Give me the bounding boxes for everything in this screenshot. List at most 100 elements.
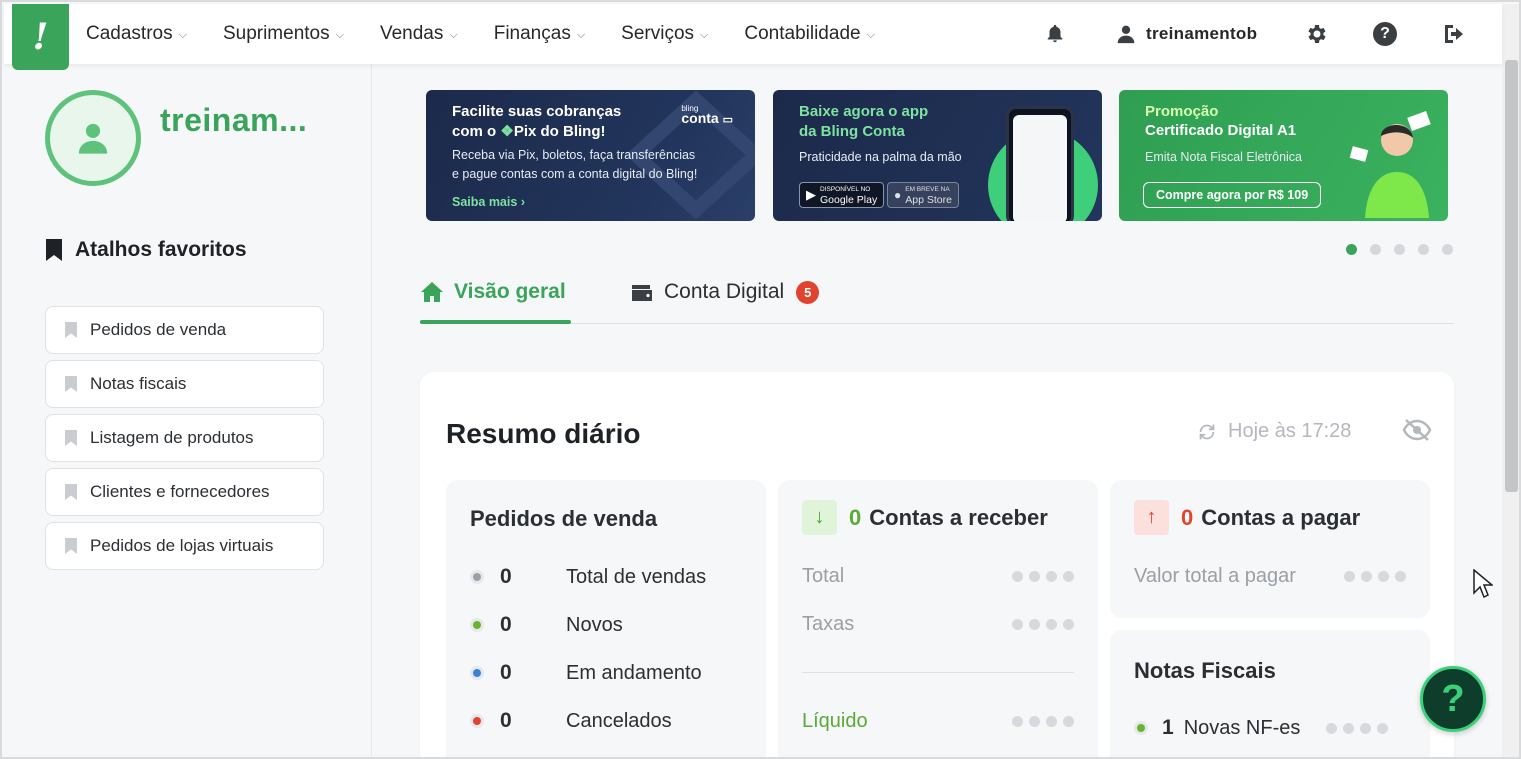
banner-pix-subtitle: Receba via Pix, boletos, faça transferên…	[452, 148, 698, 181]
help-chat-button[interactable]: ?	[1420, 666, 1486, 732]
receivable-fees-row: Taxas	[802, 613, 1074, 636]
mouse-cursor-icon	[1473, 569, 1493, 599]
nav-servicos[interactable]: Serviços ⌵	[621, 23, 708, 45]
banner-certificado[interactable]: Promoção Certificado Digital A1 Emita No…	[1119, 90, 1448, 221]
app-store-button[interactable]: ● EM BREVE NA App Store	[887, 182, 959, 208]
bookmark-icon	[65, 322, 77, 338]
favorite-pedidos-de-lojas-virtuais[interactable]: Pedidos de lojas virtuais	[45, 522, 324, 570]
banner-cert-title: Promoção	[1145, 103, 1219, 120]
avatar[interactable]	[45, 90, 141, 186]
nav-contabilidade[interactable]: Contabilidade ⌵	[744, 23, 875, 45]
banner-pix-title: Facilite suas cobranças com o ❖Pix do Bl…	[452, 103, 622, 140]
favorite-notas-fiscais[interactable]: Notas fiscais	[45, 360, 324, 408]
carousel-dots	[1346, 244, 1466, 255]
hidden-value	[1320, 722, 1389, 734]
main-nav: Cadastros ⌵ Suprimentos ⌵ Vendas ⌵ Finanças…	[86, 4, 911, 64]
scrollbar[interactable]	[1502, 4, 1519, 757]
bookmark-icon	[65, 484, 77, 500]
favorite-pedidos-de-venda[interactable]: Pedidos de venda	[45, 306, 324, 354]
favorite-clientes-e-fornecedores[interactable]: Clientes e fornecedores	[45, 468, 324, 516]
chevron-down-icon: ⌵	[335, 29, 344, 41]
orders-title: Pedidos de venda	[470, 506, 658, 531]
notification-badge: 5	[796, 280, 820, 304]
carousel-dot[interactable]	[1418, 244, 1429, 255]
payables-panel: ↑ 0 Contas a pagar Valor total a pagar	[1110, 480, 1430, 618]
banner-app-subtitle: Praticidade na palma da mão	[799, 150, 962, 164]
google-play-button[interactable]: ▶ DISPONÍVEL NO Google Play	[799, 182, 885, 208]
orders-row-andamento: 0 Em andamento	[470, 661, 702, 685]
invoices-panel: Notas Fiscais 1 Novas NF-es	[1110, 630, 1430, 757]
banner-app-title: Baixe agora o app da Bling Conta	[799, 103, 929, 140]
status-dot	[470, 666, 484, 680]
logout-button[interactable]	[1442, 4, 1468, 64]
arrow-down-icon: ↓	[802, 500, 837, 535]
eye-off-icon[interactable]	[1402, 418, 1432, 442]
arrow-up-icon: ↑	[1134, 500, 1169, 535]
gear-icon	[1308, 25, 1326, 43]
carousel-dot[interactable]	[1346, 244, 1357, 255]
refresh-button[interactable]: Hoje às 17:28	[1196, 420, 1351, 443]
scrollbar-thumb[interactable]	[1505, 60, 1518, 492]
chevron-down-icon: ⌵	[449, 29, 458, 41]
orders-row-novos: 0 Novos	[470, 613, 623, 637]
nav-vendas[interactable]: Vendas ⌵	[380, 23, 458, 45]
favorites-title: Atalhos favoritos	[45, 238, 247, 262]
wallet-icon	[632, 285, 652, 301]
home-icon	[421, 282, 443, 302]
chevron-down-icon: ⌵	[700, 29, 709, 41]
banner-app[interactable]: Baixe agora o app da Bling Conta Pratici…	[773, 90, 1102, 221]
carousel-dot[interactable]	[1370, 244, 1381, 255]
refresh-icon	[1199, 424, 1215, 439]
dashboard-tabs: Visão geral Conta Digital 5	[420, 270, 1454, 324]
status-dot	[470, 618, 484, 632]
phone-image	[1006, 106, 1074, 221]
bell-icon	[1047, 24, 1063, 43]
favorite-listagem-de-produtos[interactable]: Listagem de produtos	[45, 414, 324, 462]
saiba-mais-link[interactable]: Saiba mais ›	[452, 195, 525, 209]
active-tab-indicator	[420, 320, 571, 324]
hidden-value	[1338, 571, 1406, 582]
chevron-right-icon: ›	[520, 195, 525, 209]
favorites-list: Pedidos de venda Notas fiscais Listagem …	[45, 306, 324, 576]
status-dot	[470, 714, 484, 728]
banner-pix[interactable]: Facilite suas cobranças com o ❖Pix do Bl…	[426, 90, 755, 221]
tab-conta-digital[interactable]: Conta Digital 5	[630, 280, 820, 304]
receivables-panel: ↓ 0 Contas a receber Total Taxas Líquido	[778, 480, 1098, 757]
bookmark-icon	[65, 538, 77, 554]
tab-visao-geral[interactable]: Visão geral	[420, 280, 566, 304]
bling-logo[interactable]: !	[12, 4, 69, 70]
orders-row-total: 0 Total de vendas	[470, 565, 706, 589]
carousel-dot[interactable]	[1394, 244, 1405, 255]
orders-panel: Pedidos de venda 0 Total de vendas 0 Nov…	[446, 480, 766, 757]
banner-cert-subtitle: Certificado Digital A1	[1145, 122, 1297, 139]
compre-agora-button[interactable]: Compre agora por R$ 109	[1143, 182, 1322, 208]
top-navbar: ! Cadastros ⌵ Suprimentos ⌵ Vendas ⌵ Finanç…	[4, 4, 1502, 70]
nav-financas[interactable]: Finanças ⌵	[494, 23, 585, 45]
payable-total-row: Valor total a pagar	[1134, 565, 1406, 588]
user-menu[interactable]: treinamentob	[1116, 4, 1257, 64]
main-content: Facilite suas cobranças com o ❖Pix do Bl…	[373, 64, 1502, 757]
status-dot	[1134, 721, 1148, 735]
person-illustration	[1349, 111, 1431, 218]
chevron-down-icon: ⌵	[178, 29, 187, 41]
apple-icon: ●	[894, 188, 902, 202]
chevron-down-icon: ⌵	[576, 29, 586, 41]
chevron-down-icon: ⌵	[866, 29, 875, 41]
card-title: Resumo diário	[446, 418, 641, 449]
bling-conta-logo: bling conta ▭	[681, 104, 733, 126]
question-icon: ?	[1373, 22, 1397, 46]
daily-summary-card: Resumo diário Hoje às 17:28 Pedidos de v…	[420, 372, 1454, 757]
carousel-dot[interactable]	[1442, 244, 1453, 255]
sidebar: treinam... Atalhos favoritos Pedidos de …	[4, 64, 372, 757]
bookmark-icon	[46, 239, 62, 261]
receivable-total-row: Total	[802, 565, 1074, 588]
settings-button[interactable]	[1304, 4, 1328, 64]
play-icon: ▶	[806, 187, 816, 202]
receivable-net-row: Líquido	[802, 710, 1074, 733]
help-button[interactable]: ?	[1373, 4, 1397, 64]
nav-suprimentos[interactable]: Suprimentos ⌵	[223, 23, 344, 45]
orders-row-cancelados: 0 Cancelados	[470, 709, 672, 733]
user-icon	[1117, 25, 1135, 44]
nav-cadastros[interactable]: Cadastros ⌵	[86, 23, 187, 45]
notifications-button[interactable]	[1044, 4, 1066, 64]
